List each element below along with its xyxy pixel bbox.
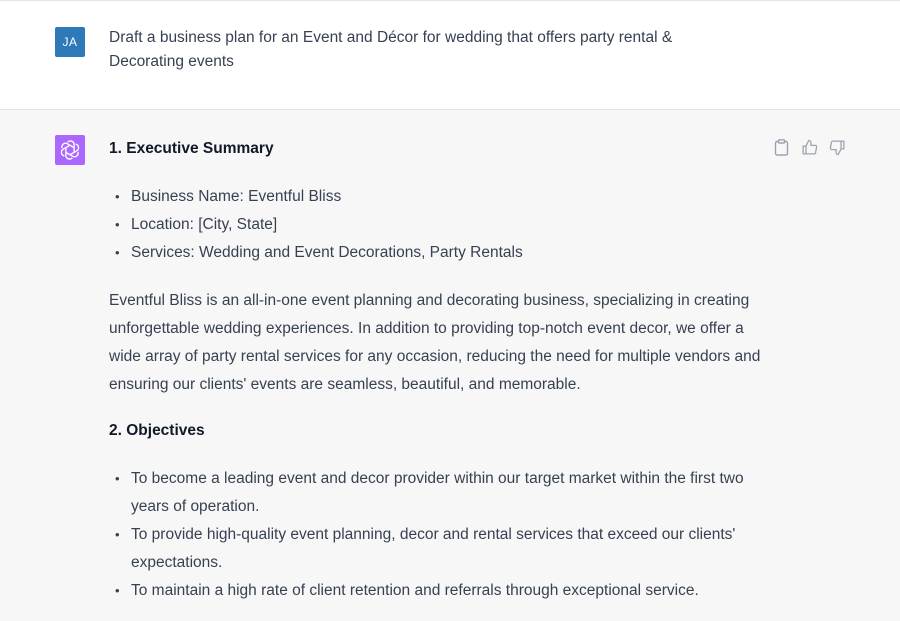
- assistant-message: 1. Executive Summary • Business Name: Eve…: [0, 110, 900, 621]
- list-item-text: Business Name: Eventful Bliss: [131, 188, 342, 205]
- thumbs-down-icon[interactable]: [828, 137, 846, 157]
- clipboard-icon[interactable]: [772, 137, 790, 157]
- list-item: • To provide high-quality event planning,…: [115, 526, 736, 571]
- list-item-text: To become a leading event and decor prov…: [131, 470, 744, 515]
- list-item: • To become a leading event and decor pro…: [115, 470, 744, 515]
- list-item-text: To maintain a high rate of client retent…: [131, 582, 699, 599]
- list-item-text: To provide high-quality event planning, …: [131, 526, 736, 571]
- message-actions: [772, 137, 846, 157]
- objectives-bullet-list: • To become a leading event and decor pro…: [109, 465, 769, 605]
- assistant-message-content: 1. Executive Summary • Business Name: Eve…: [109, 137, 769, 605]
- list-item-text: Location: [City, State]: [131, 216, 278, 233]
- list-item: • Location: [City, State]: [115, 216, 278, 233]
- list-item: • Business Name: Eventful Bliss: [115, 188, 342, 205]
- openai-logo-icon: [55, 135, 85, 165]
- section-heading: 2. Objectives: [109, 422, 205, 439]
- thumbs-up-icon[interactable]: [800, 137, 818, 157]
- list-item-text: Services: Wedding and Event Decorations,…: [131, 244, 523, 261]
- summary-paragraph: Eventful Bliss is an all-in-one event pl…: [109, 292, 761, 393]
- user-message: JA Draft a business plan for an Event an…: [0, 1, 900, 110]
- user-message-text: Draft a business plan for an Event and D…: [109, 29, 673, 70]
- list-item: • To maintain a high rate of client reten…: [115, 582, 699, 599]
- list-item: • Services: Wedding and Event Decorations…: [115, 244, 523, 261]
- section-heading: 1. Executive Summary: [109, 140, 274, 157]
- user-avatar: JA: [55, 27, 85, 57]
- summary-bullet-list: • Business Name: Eventful Bliss • Location…: [109, 183, 769, 267]
